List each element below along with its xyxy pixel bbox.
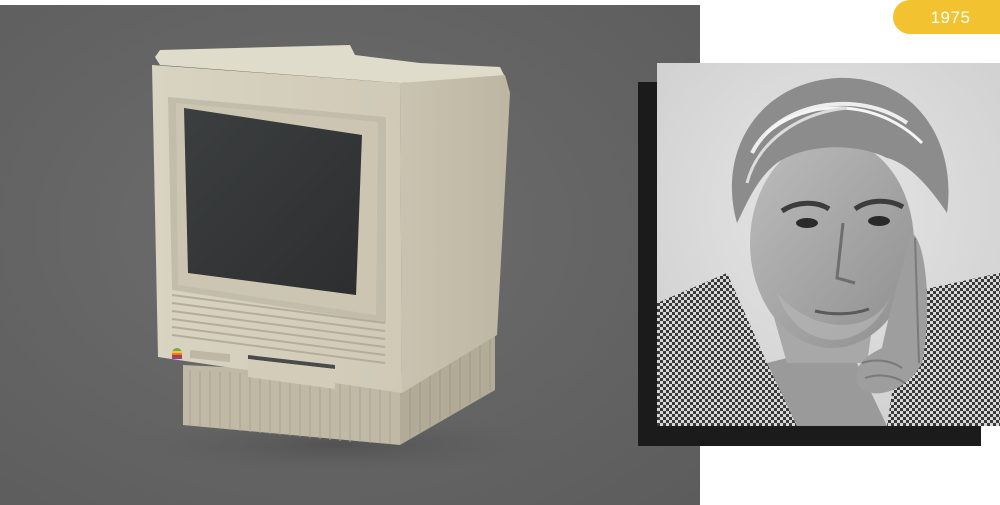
portrait-photo	[657, 63, 1000, 426]
apple-logo-icon	[172, 348, 182, 359]
year-label: 1975	[930, 8, 971, 27]
portrait-photo-image	[657, 63, 1000, 426]
year-badge: 1975	[893, 0, 1000, 34]
vintage-computer-image	[130, 45, 550, 475]
hero-section: 1975	[0, 0, 1000, 505]
product-photo	[0, 5, 700, 505]
